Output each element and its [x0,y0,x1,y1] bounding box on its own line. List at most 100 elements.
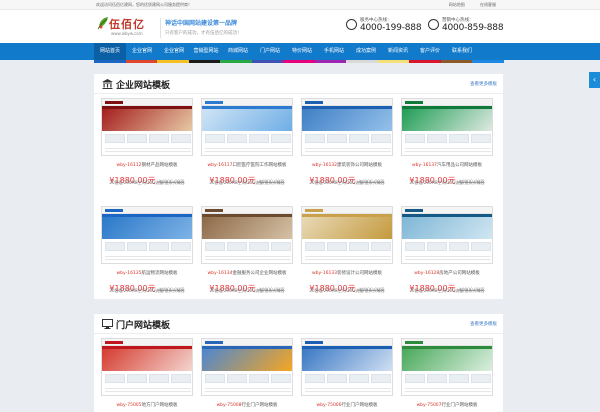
thumb-product-row [305,134,391,143]
nav-item[interactable]: 成功案例 [350,43,382,60]
thumb-logo [205,101,223,104]
nav-item[interactable]: 企业官网 [158,43,190,60]
thumb-banner [102,217,192,239]
template-name[interactable]: wby-75007行业门户网站模板 [401,402,493,408]
template-thumbnail[interactable] [401,98,493,156]
thumb-banner [102,109,192,131]
nav-item[interactable]: 企业官网 [126,43,158,60]
template-specs: 20套组/200MB空间/20G流量/送永久域名 [309,180,385,185]
template-thumbnail[interactable] [401,206,493,264]
thumb-logo [105,101,123,104]
hotline-number: 4000-199-888 [360,23,422,33]
panel-title: 企业网站模板 [116,81,171,91]
thumb-text-lines [205,386,291,394]
thumb-logo [405,209,423,212]
template-specs: 20套组/200MB空间/20G流量/送永久域名 [109,288,185,293]
thumb-banner [402,349,492,371]
welcome-text: 欢迎访问伍佰亿建网，您的优质建网公司服务提供商！ [96,2,192,7]
more-templates-link[interactable]: 查看更多模板 [470,321,497,327]
template-thumbnail[interactable] [201,338,293,396]
top-bar: 欢迎访问伍佰亿建网，您的优质建网公司服务提供商！ 网站地图 在线客服 [0,0,600,10]
template-thumbnail[interactable] [101,98,193,156]
nav-item[interactable]: 客户评价 [414,43,446,60]
phone-icon [428,19,439,30]
template-specs: 20套组/200MB空间/20G流量/送永久域名 [209,288,285,293]
thumb-text-lines [105,254,191,262]
thumb-text-lines [405,146,491,154]
thumb-text-lines [405,386,491,394]
nav-item[interactable]: 特价网站 [286,43,318,60]
leaf-logo-icon [97,17,108,30]
color-swatch [440,60,473,63]
thumb-logo [105,341,123,344]
thumb-banner [102,349,192,371]
thumb-banner [302,217,392,239]
thumb-text-lines [305,146,391,154]
sitemap-link[interactable]: 网站地图 [449,2,465,7]
nav-item[interactable]: 手机网站 [318,43,350,60]
template-thumbnail[interactable] [101,338,193,396]
color-swatch [251,60,284,63]
nav-item[interactable]: 网站首页 [94,43,126,60]
nav-items: 网站首页 企业官网 企业官网 营销型网站 商城网站 门户网站 特价网站 手机网站 成功案例 新闻资… [94,43,478,60]
logo-domain: www.wbyw.com [111,31,143,36]
template-title: 行业门户网站模板 [441,403,478,408]
template-thumbnail[interactable] [201,98,293,156]
thumb-product-row [305,374,391,383]
template-thumbnail[interactable] [101,206,193,264]
thumb-product-row [205,242,291,251]
top-links: 网站地图 在线客服 [435,2,496,8]
color-swatch [220,60,252,63]
color-swatch [125,60,158,63]
more-templates-link[interactable]: 查看更多模板 [470,81,497,87]
template-thumbnail[interactable] [401,338,493,396]
monitor-icon [102,319,113,329]
template-specs: 20套组/200MB空间/20G流量/送永久域名 [409,180,485,185]
site-logo[interactable]: 伍佰亿 www.wbyw.com [97,15,159,41]
thumb-product-row [305,242,391,251]
thumb-banner [202,109,292,131]
thumb-text-lines [105,146,191,154]
temple-icon [102,79,113,89]
template-specs: 20套组/200MB空间/20G流量/送永久域名 [109,180,185,185]
nav-item[interactable]: 营销型网站 [190,43,222,60]
nav-item[interactable]: 门户网站 [254,43,286,60]
color-strip [94,60,504,63]
online-service-link[interactable]: 在线客服 [480,2,496,7]
thumb-text-lines [305,254,391,262]
thumb-text-lines [205,254,291,262]
template-thumbnail[interactable] [301,338,393,396]
thumb-text-lines [305,386,391,394]
header-slogan: 神话中国网站建设第一品牌 只有客户的成功，才有伍佰亿的成功！ [160,18,242,38]
template-code: wby-75007 [416,403,442,408]
nav-item[interactable]: 联系我们 [446,43,478,60]
thumb-logo [205,209,223,212]
thumb-text-lines [405,254,491,262]
slogan-sub: 只有客户的成功，才有伍佰亿的成功！ [165,31,242,36]
thumb-banner [402,217,492,239]
thumb-product-row [205,374,291,383]
nav-item[interactable]: 新闻资讯 [382,43,414,60]
thumb-logo [105,209,123,212]
template-thumbnail[interactable] [301,206,393,264]
portal-templates-panel: 门户网站模板 查看更多模板 wby-75005地方门户网站模板 wby-75008… [94,314,503,412]
template-thumbnail[interactable] [301,98,393,156]
phone-icon [346,19,357,30]
template-name[interactable]: wby-75006行业门户网站模板 [301,402,393,408]
thumb-logo [305,101,323,104]
template-title: 地方门户网站模板 [141,403,178,408]
side-toggle-button[interactable]: ‹ [589,72,600,88]
template-thumbnail[interactable] [201,206,293,264]
color-swatch [377,60,410,63]
site-header: 伍佰亿 www.wbyw.com 神话中国网站建设第一品牌 只有客户的成功，才有… [0,10,600,43]
thumb-banner [302,109,392,131]
color-swatch [314,60,347,63]
nav-item[interactable]: 商城网站 [222,43,254,60]
template-name[interactable]: wby-75005地方门户网站模板 [101,402,193,408]
thumb-product-row [405,374,491,383]
main-nav: 网站首页 企业官网 企业官网 营销型网站 商城网站 门户网站 特价网站 手机网站 成功案例 新闻资… [0,43,600,60]
panel-header: 门户网站模板 查看更多模板 [94,314,503,334]
template-specs: 20套组/200MB空间/20G流量/送永久域名 [209,180,285,185]
thumb-logo [405,341,423,344]
template-name[interactable]: wby-75008行业门户网站模板 [201,402,293,408]
